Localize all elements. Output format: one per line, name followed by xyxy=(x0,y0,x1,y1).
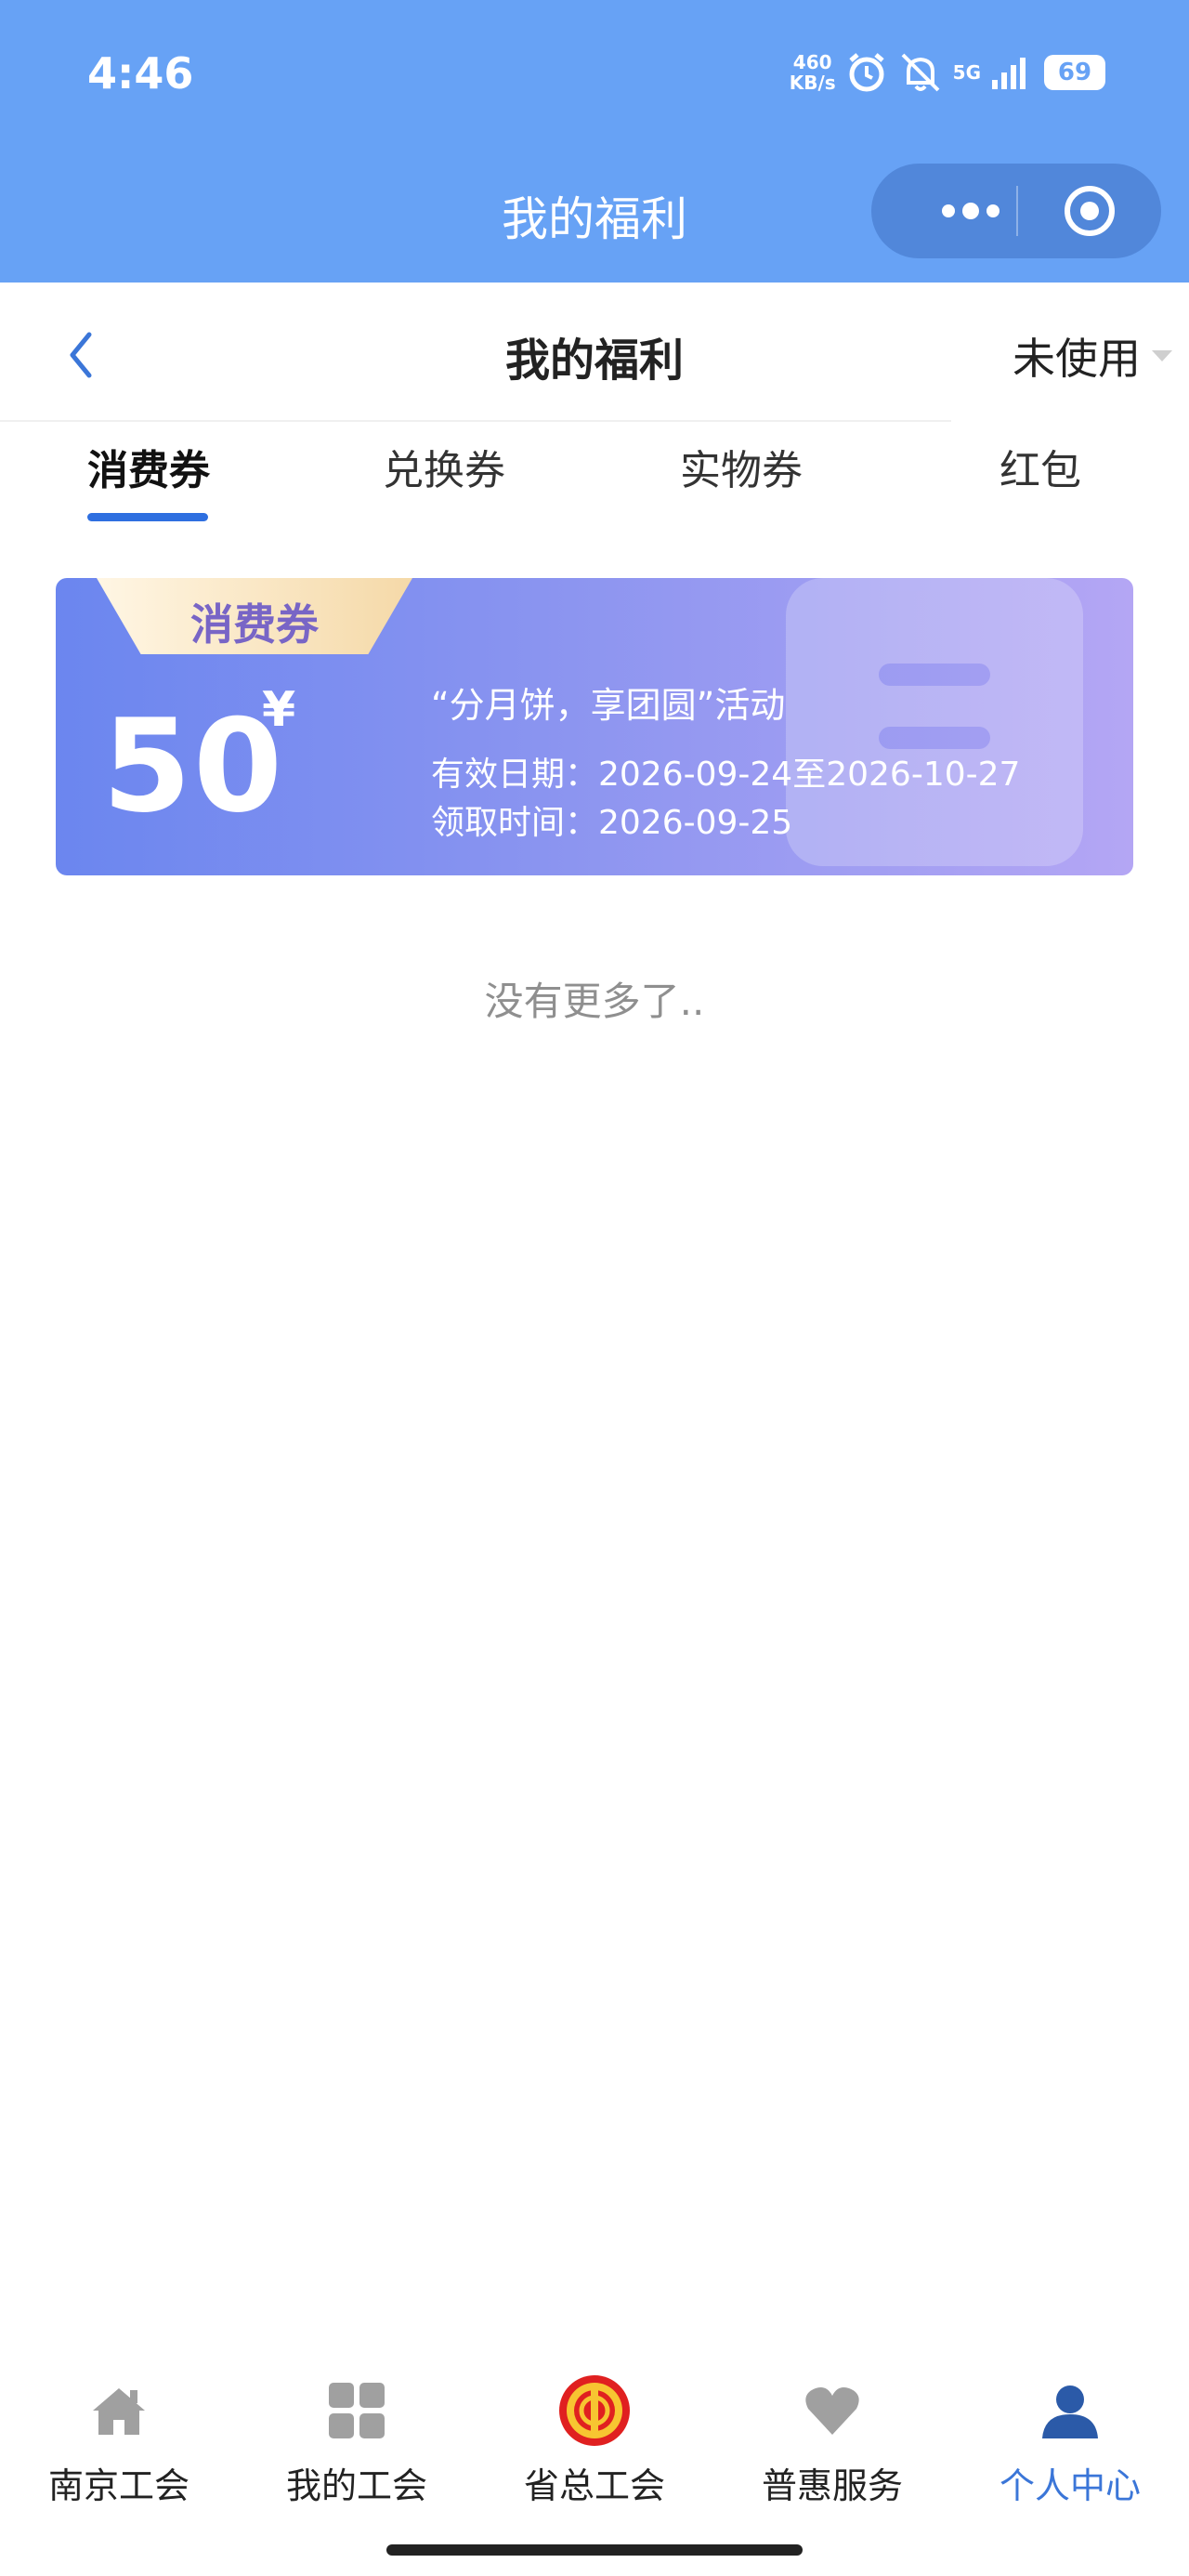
coupon-received-time: 领取时间：2026-09-25 xyxy=(431,804,793,842)
coupon-tabs: 消费券 兑换券 实物券 红包 xyxy=(0,437,1189,530)
network-speed-value: 460 xyxy=(792,51,832,73)
page-header: 我的福利 未使用 xyxy=(0,283,1189,422)
coupon-type-tag: 消费券 xyxy=(97,578,412,654)
person-icon xyxy=(1042,2385,1098,2438)
nav-label: 南京工会 xyxy=(47,2465,189,2506)
grid-icon xyxy=(329,2383,385,2438)
coupon-valid-period: 有效日期：2026-09-24至2026-10-27 xyxy=(431,756,1021,794)
status-filter-label: 未使用 xyxy=(1013,334,1141,384)
status-filter-dropdown[interactable]: 未使用 xyxy=(1013,325,1172,387)
network-type: 5G xyxy=(952,61,981,84)
page-title: 我的福利 xyxy=(504,335,684,387)
nav-label: 个人中心 xyxy=(999,2465,1141,2506)
alarm-icon xyxy=(849,53,884,92)
home-indicator[interactable] xyxy=(386,2544,803,2556)
mute-icon xyxy=(901,53,940,92)
status-icons: 460 KB/s 5G 69 xyxy=(790,46,1105,99)
coupon-currency: ¥ xyxy=(262,682,296,738)
miniprogram-capsule xyxy=(871,164,1161,258)
tab-physical-coupon[interactable]: 实物券 xyxy=(680,437,803,496)
list-end-text: 没有更多了.. xyxy=(484,979,705,1024)
tab-red-packet[interactable]: 红包 xyxy=(1000,437,1081,496)
bottom-nav: 南京工会 我的工会 省总工会 普惠服务 个人中心 xyxy=(0,2370,1189,2509)
battery-indicator: 69 xyxy=(1044,55,1105,90)
heart-icon xyxy=(805,2387,859,2435)
coupon-type-label: 消费券 xyxy=(190,599,319,650)
nav-label: 省总工会 xyxy=(523,2465,665,2506)
coupon-amount: 50 xyxy=(102,691,285,841)
dropdown-arrow-icon xyxy=(1152,350,1172,361)
coupon-activity-name: “分月饼，享团圆”活动 xyxy=(431,685,786,726)
tab-consumption-coupon[interactable]: 消费券 xyxy=(87,437,210,496)
more-icon[interactable] xyxy=(942,203,1001,219)
active-tab-indicator xyxy=(87,513,208,521)
close-miniprogram-icon[interactable] xyxy=(1065,186,1115,236)
signal-icon xyxy=(992,58,1026,89)
capsule-divider xyxy=(1016,186,1018,236)
nav-label: 我的工会 xyxy=(285,2465,427,2506)
coupon-card[interactable]: 消费券 50 ¥ “分月饼，享团圆”活动 有效日期：2026-09-24至202… xyxy=(56,578,1133,875)
header-divider xyxy=(0,420,951,422)
home-icon xyxy=(93,2388,145,2435)
nav-label: 普惠服务 xyxy=(761,2465,903,2506)
coupon-watermark-icon xyxy=(786,578,1083,866)
status-time: 4:46 xyxy=(87,48,194,99)
union-emblem-icon xyxy=(559,2375,630,2446)
tab-exchange-coupon[interactable]: 兑换券 xyxy=(383,437,505,496)
top-bar: 4:46 460 KB/s 5G 69 我的福利 xyxy=(0,0,1189,283)
network-speed: 460 KB/s xyxy=(790,52,836,93)
network-speed-unit: KB/s xyxy=(789,72,836,94)
